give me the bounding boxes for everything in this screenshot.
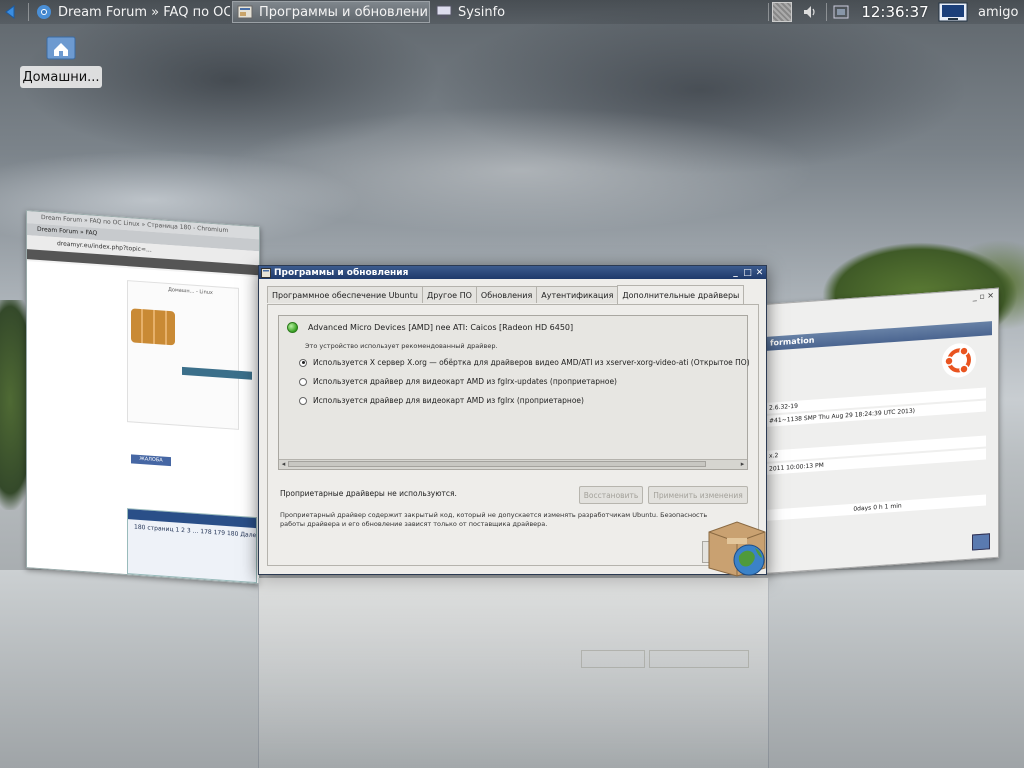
window-buttons[interactable]: _ ▫ ✕ (973, 291, 994, 301)
dialog-title: Программы и обновления (274, 267, 409, 278)
scrollbar-thumb[interactable] (288, 461, 706, 467)
menu-arrow-icon[interactable] (0, 3, 26, 21)
maximize-icon[interactable]: □ (742, 267, 753, 278)
tab-bar: Программное обеспечение Ubuntu Другое ПО… (267, 285, 745, 304)
task-software-properties[interactable]: Программы и обновления (232, 1, 430, 23)
monitor-icon (436, 5, 452, 19)
browser-window-preview[interactable]: Dream Forum » FAQ по OC Linux » Страница… (26, 210, 260, 585)
panel-separator (826, 3, 827, 21)
driver-option[interactable]: Используется драйвер для видеокарт AMD и… (299, 377, 617, 386)
drivers-panel: Advanced Micro Devices [AMD] nee ATI: Ca… (267, 304, 759, 566)
driver-option-label: Используется драйвер для видеокарт AMD и… (313, 377, 617, 386)
task-chromium[interactable]: Dream Forum » FAQ по OC... (32, 1, 230, 23)
ubuntu-logo-icon (942, 342, 976, 379)
panel-separator (28, 3, 29, 21)
tab-updates[interactable]: Обновления (475, 286, 538, 303)
browser-page: Домашн... - Linux ЖАЛОБА 180 страниц 1 2… (27, 261, 259, 584)
radio-button[interactable] (299, 396, 307, 405)
panel-separator (768, 3, 769, 21)
driver-option-label: Используется X сервер X.org — обёртка дл… (313, 358, 750, 367)
minimize-icon[interactable]: _ (730, 267, 741, 278)
scroll-left-icon[interactable]: ◂ (279, 460, 288, 468)
reflected-button (581, 650, 645, 668)
desktop-icon-home[interactable]: Домашни... (20, 32, 104, 92)
proprietary-description: Проприетарный драйвер содержит закрытый … (280, 511, 708, 528)
scroll-right-icon[interactable]: ▸ (738, 460, 747, 468)
driver-option[interactable]: Используется X сервер X.org — обёртка дл… (299, 358, 750, 367)
chromium-icon (37, 5, 51, 19)
avatar (131, 308, 175, 346)
forum-post: Домашн... - Linux (127, 280, 239, 430)
sysinfo-window-preview[interactable]: _ ▫ ✕ formation 2.6.32-19 #41~1138 SMP T… (765, 287, 999, 574)
radio-button[interactable] (299, 377, 307, 386)
software-properties-icon (261, 267, 271, 278)
revert-button[interactable]: Восстановить (579, 486, 643, 504)
volume-icon[interactable] (800, 2, 820, 22)
task-sysinfo[interactable]: Sysinfo (432, 1, 532, 23)
user-name[interactable]: amigo (978, 1, 1018, 23)
task-label: Sysinfo (458, 4, 506, 20)
driver-list: Advanced Micro Devices [AMD] nee ATI: Ca… (278, 315, 750, 470)
status-text: Проприетарные драйверы не используются. (280, 489, 457, 498)
monitor-icon (972, 533, 990, 551)
tab-ubuntu-software[interactable]: Программное обеспечение Ubuntu (267, 286, 423, 303)
radio-button[interactable] (299, 358, 307, 367)
dialog-titlebar[interactable]: Программы и обновления _ □ ✕ (259, 266, 766, 279)
sysinfo-uptime: 0days 0 h 1 min (766, 494, 986, 521)
clock[interactable]: 12:36:37 (858, 1, 932, 23)
task-label: Программы и обновления (259, 4, 430, 20)
task-label: Dream Forum » FAQ по OC... (58, 4, 230, 20)
apply-changes-button[interactable]: Применить изменения (648, 486, 748, 504)
close-icon[interactable]: ✕ (754, 267, 765, 278)
driver-option-label: Используется драйвер для видеокарт AMD и… (313, 396, 584, 405)
top-panel: Dream Forum » FAQ по OC... Программы и о… (0, 0, 1024, 24)
pagination: 180 страниц 1 2 3 ... 178 179 180 Далее (127, 508, 257, 584)
home-folder-icon (46, 36, 76, 60)
device-entry: Advanced Micro Devices [AMD] nee ATI: Ca… (287, 322, 573, 333)
dialog-reflection (258, 578, 769, 768)
horizontal-scrollbar[interactable]: ◂ ▸ (279, 459, 747, 469)
software-properties-dialog: Программы и обновления _ □ ✕ Программное… (258, 265, 767, 577)
desktop-icon-label: Домашни... (20, 66, 102, 88)
tab-other-software[interactable]: Другое ПО (421, 286, 477, 303)
reflected-button (649, 650, 749, 668)
network-icon[interactable] (832, 2, 850, 22)
tab-additional-drivers[interactable]: Дополнительные драйверы (617, 285, 745, 304)
tray-applet-button[interactable] (772, 2, 792, 22)
device-note: Это устройство использует рекомендованны… (305, 342, 498, 350)
show-desktop-icon[interactable] (938, 2, 968, 22)
package-globe-icon (708, 521, 766, 577)
device-status-led-icon (287, 322, 298, 333)
post-title: Домашн... - Linux (168, 286, 213, 297)
report-button[interactable]: ЖАЛОБА (131, 454, 171, 467)
device-name: Advanced Micro Devices [AMD] nee ATI: Ca… (308, 323, 574, 332)
driver-option[interactable]: Используется драйвер для видеокарт AMD и… (299, 396, 584, 405)
tab-authentication[interactable]: Аутентификация (536, 286, 619, 303)
software-properties-icon (237, 5, 253, 19)
